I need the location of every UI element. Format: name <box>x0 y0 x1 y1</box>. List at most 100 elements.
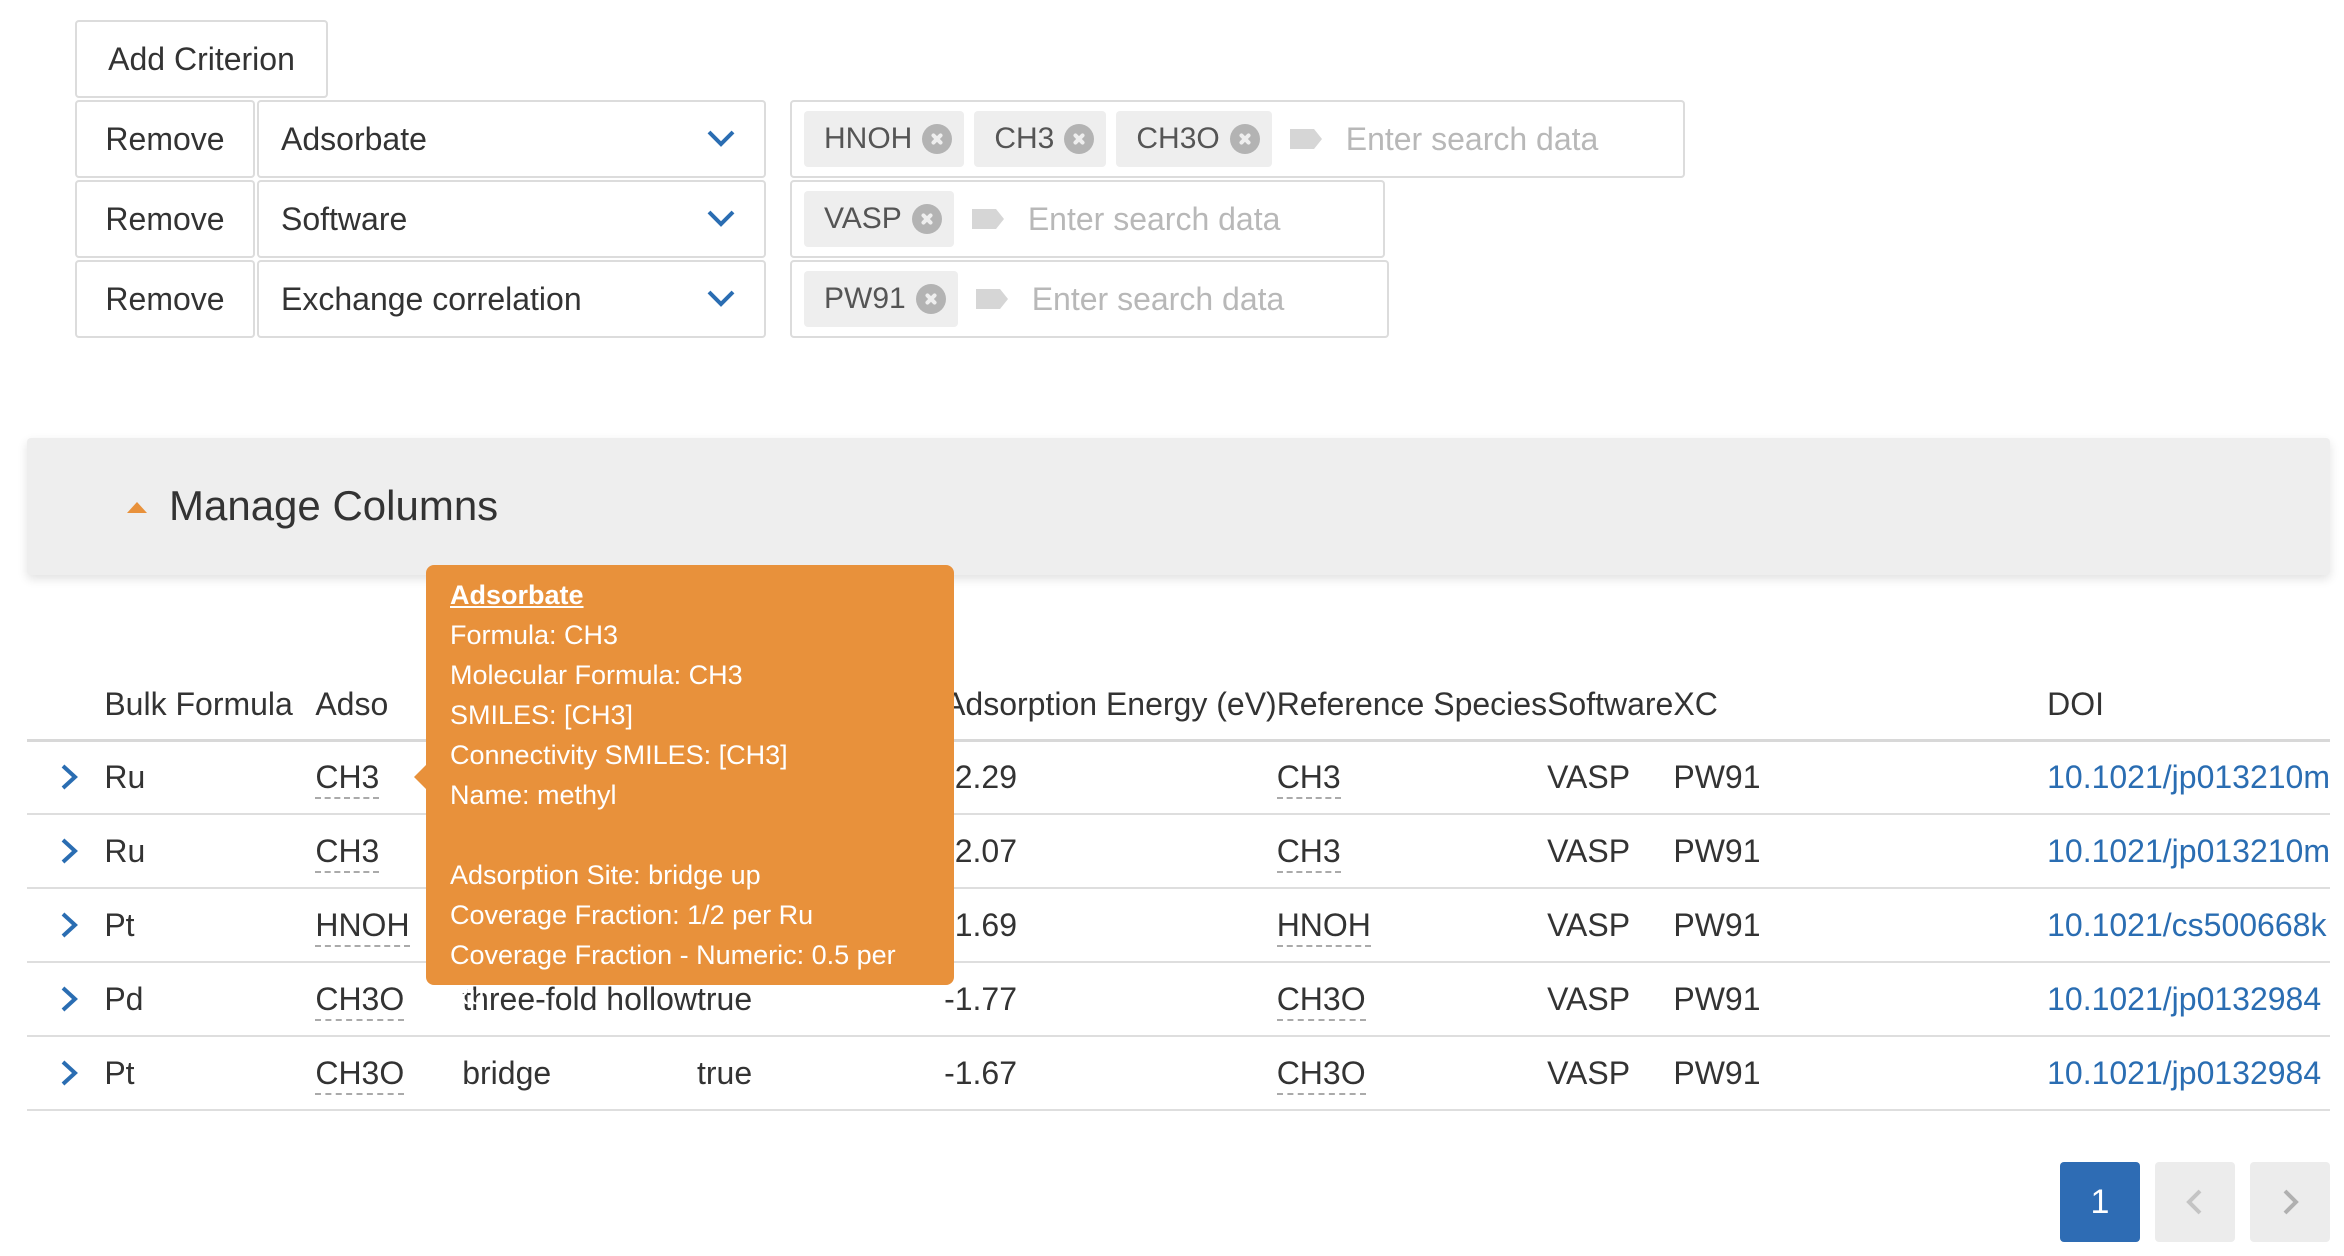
site-cell: bridge <box>462 1036 697 1111</box>
tag-icon <box>1289 129 1322 149</box>
bulk-formula-cell: Pt <box>104 888 316 963</box>
results-table: Bulk Formula Adso ole Adsorption Energy … <box>27 670 2330 1111</box>
adsorbate-value[interactable]: CH3O <box>315 980 405 1021</box>
chevron-right-icon <box>61 986 78 1012</box>
column-header[interactable]: Reference Species <box>1276 670 1548 742</box>
table-row: Ru CH3 -2.07 CH3 VASP PW91 10.1021/jp013… <box>27 814 2330 889</box>
reference-species-value[interactable]: CH3O <box>1276 980 1366 1021</box>
expand-row-button[interactable] <box>27 962 105 1037</box>
criterion-field-select[interactable]: Software <box>257 180 766 258</box>
chevron-down-icon <box>707 290 735 307</box>
search-tag: CH3O <box>1116 111 1272 167</box>
expand-row-button[interactable] <box>27 814 105 889</box>
chevron-right-icon <box>61 838 78 864</box>
reference-species-cell[interactable]: CH3O <box>1276 962 1548 1037</box>
column-header[interactable]: XC <box>1673 670 2048 742</box>
chevron-down-icon <box>707 130 735 147</box>
remove-criterion-button[interactable]: Remove <box>75 100 255 178</box>
doi-cell[interactable]: 10.1021/jp0132984 <box>2047 1036 2330 1111</box>
remove-tag-icon[interactable] <box>922 124 953 154</box>
tooltip-line: SMILES: [CH3] <box>450 700 634 730</box>
search-tag: VASP <box>804 191 954 247</box>
doi-link[interactable]: 10.1021/jp013210m <box>2047 833 2330 869</box>
expand-row-button[interactable] <box>27 1036 105 1111</box>
table-row: Pt CH3O bridge true -1.67 CH3O VASP PW91… <box>27 1036 2330 1111</box>
remove-criterion-button[interactable]: Remove <box>75 180 255 258</box>
tooltip-line: Connectivity SMILES: [CH3] <box>450 740 788 770</box>
criterion-field-select[interactable]: Adsorbate <box>257 100 766 178</box>
software-cell: VASP <box>1547 962 1674 1037</box>
adsorbate-value[interactable]: HNOH <box>315 906 410 947</box>
remove-tag-icon[interactable] <box>1064 124 1095 154</box>
criterion-field-value: Exchange correlation <box>281 280 582 317</box>
doi-cell[interactable]: 10.1021/jp013210m <box>2047 740 2330 815</box>
column-header[interactable]: Software <box>1547 670 1674 742</box>
remove-criterion-button[interactable]: Remove <box>75 260 255 338</box>
adsorbate-value[interactable]: CH3 <box>315 758 380 799</box>
bulk-formula-cell: Pd <box>104 962 316 1037</box>
doi-link[interactable]: 10.1021/cs500668k <box>2047 907 2326 943</box>
adsorption-energy-cell: -1.77 <box>944 962 1277 1037</box>
doi-cell[interactable]: 10.1021/jp0132984 <box>2047 962 2330 1037</box>
search-tag: HNOH <box>804 111 965 167</box>
tooltip-line: Name: methyl <box>450 780 617 810</box>
add-criterion-button[interactable]: Add Criterion <box>75 20 328 98</box>
reference-species-cell[interactable]: HNOH <box>1276 888 1548 963</box>
manage-columns-panel[interactable]: Manage Columns <box>27 438 2330 575</box>
table-row: Pt HNOH -1.69 HNOH VASP PW91 10.1021/cs5… <box>27 888 2330 963</box>
criterion-field-select[interactable]: Exchange correlation <box>257 260 766 338</box>
doi-link[interactable]: 10.1021/jp0132984 <box>2047 981 2321 1017</box>
doi-link[interactable]: 10.1021/jp013210m <box>2047 759 2330 795</box>
criterion-field-value: Adsorbate <box>281 120 427 157</box>
reference-species-value[interactable]: CH3 <box>1276 832 1341 873</box>
criterion-tag-input[interactable]: PW91 Enter search data <box>790 260 1389 338</box>
column-header[interactable]: Adsorption Energy (eV) <box>944 670 1277 742</box>
page-button-current[interactable]: 1 <box>2060 1162 2140 1242</box>
reference-species-value[interactable]: CH3 <box>1276 758 1341 799</box>
column-header[interactable]: Bulk Formula <box>104 670 316 742</box>
reference-species-cell[interactable]: CH3 <box>1276 740 1548 815</box>
tooltip-line: Molecular Formula: CH3 <box>450 660 743 690</box>
expand-row-button[interactable] <box>27 888 105 963</box>
reference-species-value[interactable]: CH3O <box>1276 1054 1366 1095</box>
adsorbate-value[interactable]: CH3O <box>315 1054 405 1095</box>
chevron-right-icon <box>61 764 78 790</box>
remove-tag-icon[interactable] <box>915 284 946 314</box>
search-tag: PW91 <box>804 271 958 327</box>
remove-tag-icon[interactable] <box>1229 124 1260 154</box>
collapse-arrow-icon[interactable] <box>127 502 147 513</box>
reference-species-cell[interactable]: CH3O <box>1276 1036 1548 1111</box>
reference-species-cell[interactable]: CH3 <box>1276 814 1548 889</box>
xc-cell: PW91 <box>1673 814 2048 889</box>
previous-page-button[interactable] <box>2155 1162 2235 1242</box>
adsorbate-value[interactable]: CH3 <box>315 832 380 873</box>
xc-cell: PW91 <box>1673 740 2048 815</box>
tooltip-line <box>450 815 930 855</box>
manage-columns-title: Manage Columns <box>169 482 499 529</box>
bulk-formula-cell: Pt <box>104 1036 316 1111</box>
xc-cell: PW91 <box>1673 1036 2048 1111</box>
search-data-placeholder: Enter search data <box>1027 200 1281 237</box>
software-cell: VASP <box>1547 1036 1674 1111</box>
xc-cell: PW91 <box>1673 888 2048 963</box>
reference-species-value[interactable]: HNOH <box>1276 906 1371 947</box>
doi-cell[interactable]: 10.1021/jp013210m <box>2047 814 2330 889</box>
adsorption-energy-cell: -2.07 <box>944 814 1277 889</box>
xc-cell: PW91 <box>1673 962 2048 1037</box>
chevron-right-icon <box>61 1060 78 1086</box>
adsorbate-cell[interactable]: CH3O <box>315 1036 463 1111</box>
criterion-tag-input[interactable]: VASP Enter search data <box>790 180 1385 258</box>
column-header[interactable]: DOI <box>2047 670 2330 742</box>
tooltip-heading: Adsorbate <box>450 580 584 610</box>
doi-link[interactable]: 10.1021/jp0132984 <box>2047 1055 2321 1091</box>
remove-tag-icon[interactable] <box>911 204 942 234</box>
expand-row-button[interactable] <box>27 740 105 815</box>
chevron-right-icon <box>2283 1189 2299 1215</box>
criterion-tag-input[interactable]: HNOH CH3 CH3O Enter search data <box>790 100 1685 178</box>
adsorption-energy-cell: -2.29 <box>944 740 1277 815</box>
bulk-formula-cell: Ru <box>104 814 316 889</box>
adsorption-energy-cell: -1.69 <box>944 888 1277 963</box>
next-page-button[interactable] <box>2250 1162 2330 1242</box>
doi-cell[interactable]: 10.1021/cs500668k <box>2047 888 2330 963</box>
tag-icon <box>975 289 1008 309</box>
